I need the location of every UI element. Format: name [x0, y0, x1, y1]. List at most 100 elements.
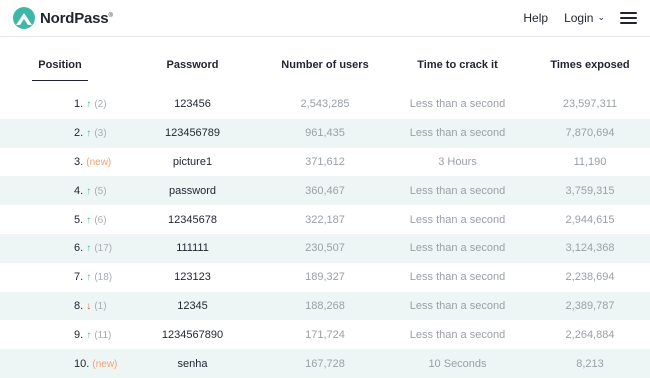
crack-time-cell: Less than a second — [385, 176, 530, 206]
previous-position: (6) — [94, 214, 107, 226]
login-label: Login — [564, 11, 594, 25]
crack-time-cell: Less than a second — [385, 233, 530, 263]
arrow-up-icon: ↑ — [86, 128, 92, 140]
position-cell: 4. ↑ (5) — [0, 176, 120, 206]
exposed-cell: 3,759,315 — [530, 176, 650, 206]
password-cell: picture1 — [172, 155, 213, 168]
exposed-cell: 2,389,787 — [530, 291, 650, 321]
arrow-up-icon: ↑ — [86, 243, 92, 255]
position-number: 7. — [74, 271, 84, 284]
position-cell: 10. (new) — [0, 349, 120, 378]
column-header-position-label: Position — [32, 47, 88, 81]
exposed-cell: 11,190 — [573, 155, 607, 168]
position-number: 5. — [74, 213, 84, 226]
column-header-password[interactable]: Password — [120, 37, 265, 90]
brand-trademark: ® — [108, 12, 113, 19]
users-cell: 167,728 — [265, 349, 385, 378]
password-cell: 123123 — [174, 271, 211, 284]
position-number: 1. — [74, 98, 84, 111]
nordpass-logo-icon — [13, 7, 35, 29]
table-row: 6. ↑ (17) 111111 230,507 Less than a second… — [0, 233, 650, 263]
crack-time-cell: Less than a second — [409, 328, 506, 341]
exposed-cell: 8,213 — [530, 349, 650, 378]
table-row: 5. ↑ (6) 12345678 322,187 Less than a secon… — [0, 205, 650, 234]
password-cell: 12345678 — [168, 213, 217, 226]
exposed-cell: 23,597,311 — [562, 98, 618, 111]
password-cell: 123456 — [174, 98, 211, 111]
table-row: 1. ↑ (2) 123456 2,543,285 Less than a secon… — [0, 90, 650, 119]
column-header-users-label: Number of users — [281, 59, 369, 71]
arrow-up-icon: ↑ — [86, 272, 92, 284]
table-header-row: Position Password Number of users Time t… — [0, 37, 650, 90]
users-cell: 961,435 — [265, 118, 385, 148]
brand-name: NordPass® — [40, 10, 113, 27]
previous-position: (18) — [94, 272, 113, 284]
position-cell: 5. ↑ (6) — [0, 205, 120, 234]
column-header-exposed-label: Times exposed — [550, 59, 630, 71]
users-cell: 189,327 — [305, 271, 345, 284]
users-cell: 322,187 — [305, 213, 345, 226]
login-dropdown[interactable]: Login ⌄ — [564, 11, 605, 25]
password-cell: 1234567890 — [161, 328, 224, 341]
table-row: 7. ↑ (18) 123123 189,327 Less than a second… — [0, 263, 650, 292]
table-row: 2. ↑ (3) 123456789 961,435 Less than a seco… — [0, 118, 650, 148]
users-cell: 360,467 — [265, 176, 385, 206]
brand-text: NordPass — [40, 9, 109, 27]
column-header-position[interactable]: Position — [0, 37, 120, 90]
crack-time-cell: Less than a second — [409, 98, 506, 111]
position-number: 4. — [74, 184, 84, 197]
position-cell: 3. (new) — [0, 148, 120, 177]
users-cell: 371,612 — [305, 155, 345, 168]
previous-position: (11) — [94, 329, 112, 341]
previous-position: (5) — [94, 185, 107, 197]
previous-position: (1) — [94, 300, 107, 312]
exposed-cell: 7,870,694 — [530, 118, 650, 148]
position-cell: 6. ↑ (17) — [0, 233, 120, 263]
exposed-cell: 2,264,884 — [565, 328, 615, 341]
position-number: 10. — [74, 357, 90, 370]
position-cell: 1. ↑ (2) — [0, 90, 120, 119]
column-header-crack-time[interactable]: Time to crack it — [385, 37, 530, 90]
column-header-crack-time-label: Time to crack it — [417, 59, 498, 71]
hamburger-menu-icon[interactable] — [620, 12, 637, 24]
crack-time-cell: Less than a second — [409, 213, 506, 226]
position-cell: 8. ↓ (1) — [0, 291, 120, 321]
users-cell: 2,543,285 — [300, 98, 350, 111]
column-header-users[interactable]: Number of users — [265, 37, 385, 90]
password-cell: 123456789 — [120, 118, 265, 148]
crack-time-cell: Less than a second — [385, 291, 530, 321]
top-bar: NordPass® Help Login ⌄ — [0, 0, 650, 37]
password-table: Position Password Number of users Time t… — [0, 37, 650, 378]
nordpass-logo[interactable]: NordPass® — [13, 7, 113, 29]
crack-time-cell: 10 Seconds — [385, 349, 530, 378]
crack-time-cell: Less than a second — [385, 118, 530, 148]
users-cell: 188,268 — [265, 291, 385, 321]
previous-position: (3) — [94, 128, 107, 140]
exposed-cell: 2,944,615 — [565, 213, 615, 226]
password-cell: 111111 — [120, 233, 265, 263]
chevron-down-icon: ⌄ — [597, 11, 605, 22]
arrow-down-icon: ↓ — [86, 300, 92, 312]
table-row: 8. ↓ (1) 12345 188,268 Less than a second 2,… — [0, 291, 650, 321]
crack-time-cell: Less than a second — [409, 271, 506, 284]
exposed-cell: 3,124,368 — [530, 233, 650, 263]
previous-position: (17) — [94, 243, 113, 255]
crack-time-cell: 3 Hours — [438, 155, 477, 168]
arrow-up-icon: ↑ — [86, 329, 92, 341]
password-cell: senha — [120, 349, 265, 378]
top-nav: Help Login ⌄ — [523, 11, 637, 25]
arrow-up-icon: ↑ — [86, 185, 92, 197]
position-number: 9. — [74, 328, 84, 341]
table-row: 10. (new) senha 167,728 10 Seconds 8,213 — [0, 349, 650, 378]
column-header-exposed[interactable]: Times exposed — [530, 37, 650, 90]
password-cell: password — [120, 176, 265, 206]
position-cell: 9. ↑ (11) — [0, 320, 120, 349]
users-cell: 230,507 — [265, 233, 385, 263]
position-number: 8. — [74, 299, 84, 312]
position-number: 3. — [74, 155, 84, 168]
table-row: 9. ↑ (11) 1234567890 171,724 Less than a se… — [0, 320, 650, 349]
users-cell: 171,724 — [305, 328, 345, 341]
help-link[interactable]: Help — [523, 11, 548, 25]
position-number: 6. — [74, 242, 84, 255]
previous-position: (2) — [94, 99, 107, 111]
